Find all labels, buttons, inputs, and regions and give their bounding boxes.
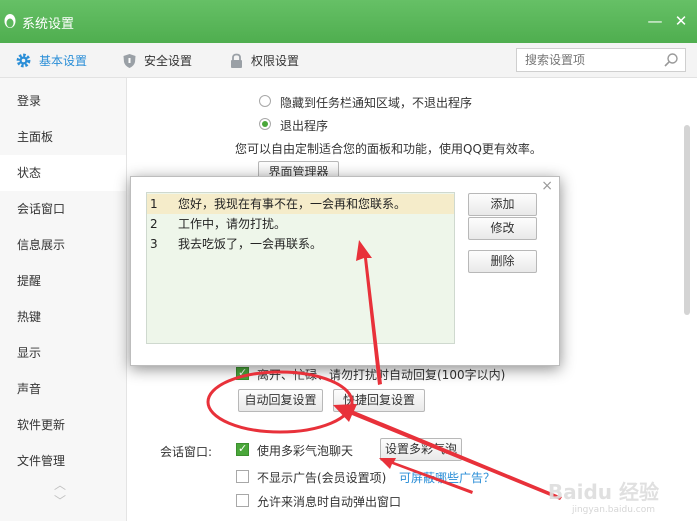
session-window-label: 会话窗口:: [160, 445, 213, 459]
sidebar-scroll: ︿ ﹀: [54, 479, 66, 507]
sidebar-item-session-window[interactable]: 会话窗口: [0, 191, 126, 227]
close-button[interactable]: ✕: [672, 12, 690, 30]
tab-basic-settings[interactable]: 基本设置: [15, 43, 87, 78]
blockable-ads-link[interactable]: 可屏蔽哪些广告？: [399, 469, 495, 486]
tab-label: 权限设置: [251, 54, 300, 68]
bubble-settings-button[interactable]: 设置多彩气泡: [380, 438, 462, 461]
auto-reply-label: 离开、忙碌、请勿打扰时自动回复(100字以内): [257, 368, 506, 382]
edit-button[interactable]: 修改: [468, 217, 537, 240]
sidebar-item-software-update[interactable]: 软件更新: [0, 407, 126, 443]
sidebar-item-sound[interactable]: 声音: [0, 371, 126, 407]
auto-reply-checkbox[interactable]: [236, 366, 249, 380]
shield-icon: [123, 53, 136, 68]
bubble-chat-label: 使用多彩气泡聊天: [257, 444, 354, 458]
gear-icon: [16, 53, 31, 68]
sidebar: 登录 主面板 状态 会话窗口 信息展示 提醒 热键 显示 声音 软件更新 文件管…: [0, 78, 127, 521]
tab-security-settings[interactable]: 安全设置: [122, 43, 192, 78]
radio-hide-to-tray[interactable]: [259, 95, 271, 107]
tab-permission-settings[interactable]: 权限设置: [229, 43, 299, 78]
panel-description: 您可以自由定制适合您的面板和功能，使用QQ更有效率。: [235, 142, 542, 156]
watermark-url: jingyan.baidu.com: [571, 505, 655, 515]
watermark-logo: Baidu 经验: [547, 480, 659, 504]
window-title: 系统设置: [22, 17, 75, 32]
quick-reply-settings-button[interactable]: 快捷回复设置: [333, 389, 425, 412]
chevron-down-icon[interactable]: ﹀: [54, 495, 66, 507]
tab-label: 安全设置: [144, 54, 193, 68]
auto-reply-dialog: × 1 您好，我现在有事不在，一会再和您联系。 2 工作中，请勿打扰。 3 我去…: [130, 176, 560, 366]
reply-message-list[interactable]: 1 您好，我现在有事不在，一会再和您联系。 2 工作中，请勿打扰。 3 我去吃饭…: [146, 192, 455, 344]
sidebar-item-status[interactable]: 状态: [0, 155, 126, 191]
sidebar-item-file-management[interactable]: 文件管理: [0, 443, 126, 479]
tab-bar: 基本设置 安全设置 权限设置: [0, 43, 697, 78]
radio-exit-label: 退出程序: [280, 119, 329, 133]
sidebar-item-info-display[interactable]: 信息展示: [0, 227, 126, 263]
chevron-up-icon[interactable]: ︿: [54, 479, 66, 491]
item-number: 3: [150, 237, 158, 251]
sidebar-item-main-panel[interactable]: 主面板: [0, 119, 126, 155]
add-button[interactable]: 添加: [468, 193, 537, 216]
qq-penguin-icon: [4, 14, 16, 28]
auto-popup-checkbox[interactable]: [236, 494, 249, 507]
bubble-chat-checkbox[interactable]: [236, 442, 249, 456]
sidebar-item-reminder[interactable]: 提醒: [0, 263, 126, 299]
list-item[interactable]: 3 我去吃饭了，一会再联系。: [147, 234, 454, 254]
item-number: 1: [150, 197, 158, 211]
list-item[interactable]: 2 工作中，请勿打扰。: [147, 214, 454, 234]
auto-popup-label: 允许来消息时自动弹出窗口: [257, 495, 402, 509]
list-item[interactable]: 1 您好，我现在有事不在，一会再和您联系。: [147, 194, 454, 214]
content-scrollbar[interactable]: [684, 125, 690, 315]
radio-exit-program[interactable]: [259, 118, 271, 130]
item-text: 您好，我现在有事不在，一会再和您联系。: [178, 197, 407, 211]
item-text: 工作中，请勿打扰。: [178, 217, 287, 231]
sidebar-item-hotkey[interactable]: 热键: [0, 299, 126, 335]
search-input[interactable]: [517, 49, 657, 71]
title-bar: 系统设置 — ✕: [0, 0, 697, 43]
lock-icon: [231, 53, 242, 68]
auto-reply-settings-button[interactable]: 自动回复设置: [238, 389, 323, 412]
no-ads-label: 不显示广告(会员设置项): [257, 471, 387, 485]
no-ads-checkbox[interactable]: [236, 470, 249, 483]
sidebar-item-display[interactable]: 显示: [0, 335, 126, 371]
tab-label: 基本设置: [39, 54, 88, 68]
item-text: 我去吃饭了，一会再联系。: [178, 237, 323, 251]
minimize-button[interactable]: —: [646, 12, 664, 30]
search-icon[interactable]: [663, 52, 679, 68]
delete-button[interactable]: 删除: [468, 250, 537, 273]
sidebar-item-login[interactable]: 登录: [0, 83, 126, 119]
item-number: 2: [150, 217, 158, 231]
close-icon[interactable]: ×: [541, 178, 553, 194]
radio-hide-label: 隐藏到任务栏通知区域，不退出程序: [280, 96, 473, 110]
search-box[interactable]: [516, 48, 686, 72]
